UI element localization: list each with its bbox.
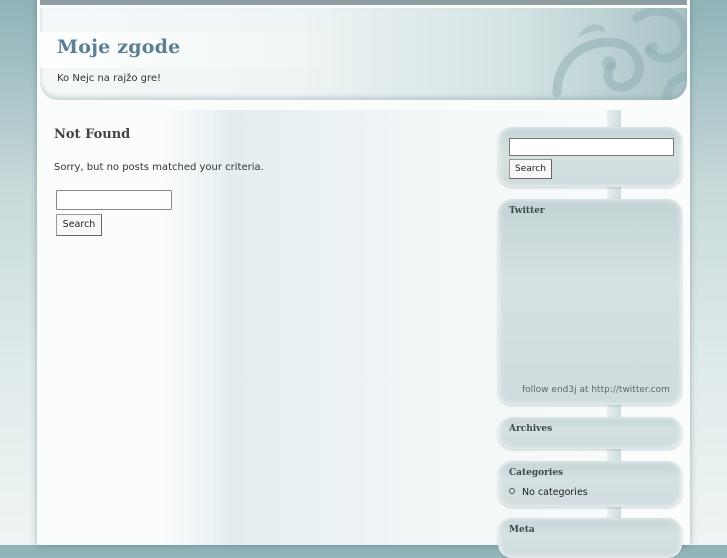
not-found-message: Sorry, but no posts matched your criteri…	[54, 162, 264, 173]
archives-widget-title: Archives	[509, 424, 553, 434]
list-item: No categories	[509, 487, 588, 498]
bullet-icon	[509, 488, 515, 494]
site-header: Moje zgode Ko Nejc na rajžo gre!	[40, 8, 687, 100]
sidebar-search-widget: Search	[498, 127, 682, 187]
sidebar-twitter-widget: Twitter follow end3j at http://twitter.c…	[498, 199, 682, 405]
twitter-follow-link[interactable]: follow end3j at http://twitter.com	[522, 385, 670, 395]
main-search-button[interactable]: Search	[56, 214, 102, 236]
main-search-input[interactable]	[56, 190, 172, 210]
sidebar-archives-widget: Archives	[498, 417, 682, 449]
meta-widget-title: Meta	[509, 525, 535, 535]
categories-widget-title: Categories	[509, 468, 564, 478]
site-title[interactable]: Moje zgode	[57, 36, 180, 58]
header-ornament-icon	[552, 8, 687, 100]
page-container: Moje zgode Ko Nejc na rajžo gre! Not Fou…	[37, 0, 690, 558]
site-description: Ko Nejc na rajžo gre!	[57, 73, 162, 84]
top-bar	[40, 0, 687, 5]
sidebar-search-input[interactable]	[509, 138, 674, 156]
not-found-heading: Not Found	[54, 127, 131, 142]
category-label: No categories	[522, 487, 588, 498]
twitter-widget-title: Twitter	[509, 206, 545, 216]
sidebar-search-button[interactable]: Search	[509, 159, 552, 179]
sidebar-meta-widget: Meta	[498, 518, 682, 558]
sidebar-categories-widget: Categories No categories	[498, 461, 682, 507]
